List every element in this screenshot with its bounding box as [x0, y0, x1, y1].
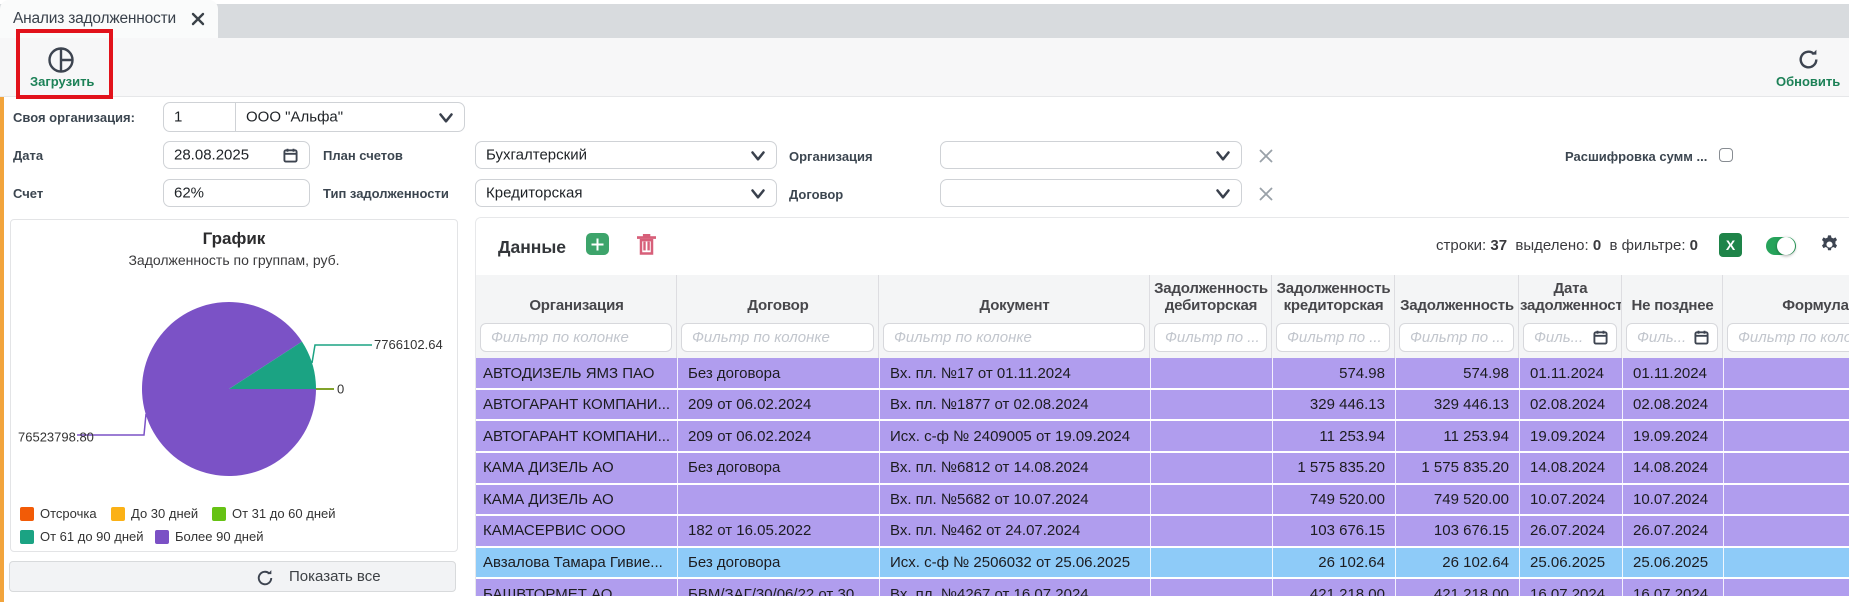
- svg-text:76523798.80: 76523798.80: [18, 430, 94, 445]
- svg-text:7766102.64: 7766102.64: [374, 337, 443, 352]
- svg-text:0: 0: [337, 382, 344, 397]
